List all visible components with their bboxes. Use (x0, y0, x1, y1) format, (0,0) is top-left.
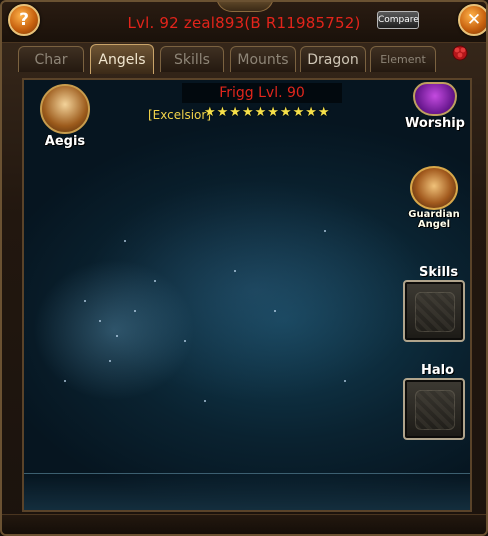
guardian-angel-icon (410, 166, 458, 210)
tab-angels[interactable]: Angels (90, 44, 154, 74)
worship-emblem[interactable]: Worship (402, 82, 468, 131)
skills-label: Skills (419, 265, 459, 280)
title-bar: ? Lvl. 92 zeal893(B R11985752) Compare ✕ (2, 2, 486, 43)
compare-button[interactable]: Compare (377, 11, 419, 29)
aegis-emblem[interactable]: Aegis (30, 84, 100, 149)
top-ornament (216, 2, 274, 12)
angel-rank: [Excelsior] (148, 108, 212, 122)
close-icon[interactable]: ✕ (458, 4, 486, 36)
bottom-strip (2, 514, 486, 534)
empty-slot-icon (415, 390, 455, 430)
character-info-window: ? Lvl. 92 zeal893(B R11985752) Compare ✕… (0, 0, 488, 536)
tab-char[interactable]: Char (18, 46, 84, 72)
aegis-label: Aegis (44, 134, 86, 149)
halo-slot[interactable] (403, 378, 465, 440)
worship-label: Worship (405, 116, 465, 131)
gift-icon[interactable] (450, 42, 470, 62)
guardian-angel-emblem[interactable]: Guardian Angel (400, 166, 468, 230)
skills-slot[interactable] (403, 280, 465, 342)
tab-element[interactable]: Element (370, 46, 436, 72)
horizon-band (24, 473, 470, 510)
angel-star-rating: ★★★★★★★★★★ (204, 105, 331, 120)
worship-icon (413, 82, 457, 116)
aegis-icon (40, 84, 90, 134)
tab-dragon[interactable]: Dragon (300, 46, 366, 72)
empty-slot-icon (415, 292, 455, 332)
tab-mounts[interactable]: Mounts (230, 46, 296, 72)
halo-label: Halo (421, 363, 455, 378)
guardian-label-line2: Angel (417, 219, 451, 230)
tab-skills[interactable]: Skills (160, 46, 224, 72)
angel-name-level: Frigg Lvl. 90 (182, 83, 342, 103)
